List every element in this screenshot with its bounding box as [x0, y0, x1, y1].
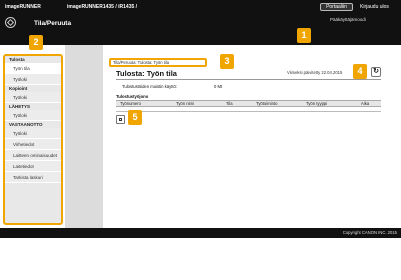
logout-link[interactable]: Kirjaudu ulos	[360, 4, 389, 10]
sidebar-spacer	[65, 45, 103, 228]
memory-usage-label: Tulostustöiden muistin käyttö:	[122, 84, 178, 89]
sidebar: Tulosta Työn tila Työloki Kopioint Työlo…	[3, 54, 63, 225]
sidebar-section-receive: VASTAANOTTO	[9, 122, 43, 127]
memory-usage-value: 0 Mt	[214, 84, 223, 89]
column-time[interactable]: Aika	[361, 101, 369, 107]
sidebar-item-device-features[interactable]: Laitteen ominaisuudet	[5, 150, 61, 161]
divider	[116, 111, 381, 112]
sidebar-section-print: Tulosta	[9, 57, 25, 62]
callout-badge-5: 5	[128, 110, 142, 125]
callout-badge-4: 4	[353, 64, 367, 79]
callout-badge-3: 3	[220, 54, 234, 69]
sidebar-item-print-job-status[interactable]: Työn tila	[5, 63, 61, 74]
column-job-function[interactable]: Työtoiminto	[256, 101, 277, 107]
column-status[interactable]: Tila	[226, 101, 233, 107]
sidebar-section-send: LÄHETYS	[9, 104, 31, 109]
callout-badge-2: 2	[29, 35, 43, 50]
job-table-header: Työnumero Työn nimi Tila Työtoiminto Työ…	[116, 100, 381, 107]
last-updated-label: Viimeksi päivitetty 22.04.2015	[287, 70, 343, 75]
page-title: Tila/Peruuta	[34, 20, 72, 27]
sidebar-item-send-job-log[interactable]: Työloki	[5, 110, 61, 121]
callout-badge-1: 1	[297, 28, 311, 43]
sidebar-item-check-counter[interactable]: Tarkista laskuri	[5, 172, 61, 183]
content-title: Tulosta: Työn tila	[116, 69, 177, 78]
portal-button[interactable]: Portaaliin	[320, 3, 353, 11]
column-job-type[interactable]: Työn tyyppi	[306, 101, 327, 107]
sidebar-section-copy: Kopioint	[9, 86, 28, 91]
refresh-button[interactable]: ↻	[371, 67, 381, 77]
details-button[interactable]	[116, 115, 125, 124]
divider	[116, 79, 381, 80]
sidebar-item-print-job-log[interactable]: Työloki	[5, 74, 61, 85]
column-job-number[interactable]: Työnumero	[120, 101, 141, 107]
sidebar-item-copy-job-log[interactable]: Työloki	[5, 92, 61, 103]
sidebar-item-receive-job-log[interactable]: Työloki	[5, 128, 61, 139]
admin-mode-label: Pääkäyttäjämoodi	[330, 17, 366, 22]
device-name: imageRUNNER1435 / iR1435 /	[67, 4, 138, 10]
footer: Copyright CANON INC. 2015	[0, 228, 401, 238]
queue-label: Tulostustyöjono	[116, 94, 149, 99]
copyright-text: Copyright CANON INC. 2015	[342, 230, 397, 235]
sidebar-item-error-info[interactable]: Virhetiedot	[5, 139, 61, 150]
top-bar: imageRUNNER imageRUNNER1435 / iR1435 / P…	[0, 0, 401, 45]
canon-logo-icon	[5, 17, 16, 28]
details-icon	[119, 118, 122, 121]
sidebar-item-device-info[interactable]: Laitetiedot	[5, 161, 61, 172]
column-job-name[interactable]: Työn nimi	[176, 101, 194, 107]
breadcrumb[interactable]: Tila/Peruuta: Tulosta: Työn tila	[109, 58, 207, 67]
app-name: imageRUNNER	[5, 4, 41, 10]
refresh-icon: ↻	[373, 68, 379, 75]
